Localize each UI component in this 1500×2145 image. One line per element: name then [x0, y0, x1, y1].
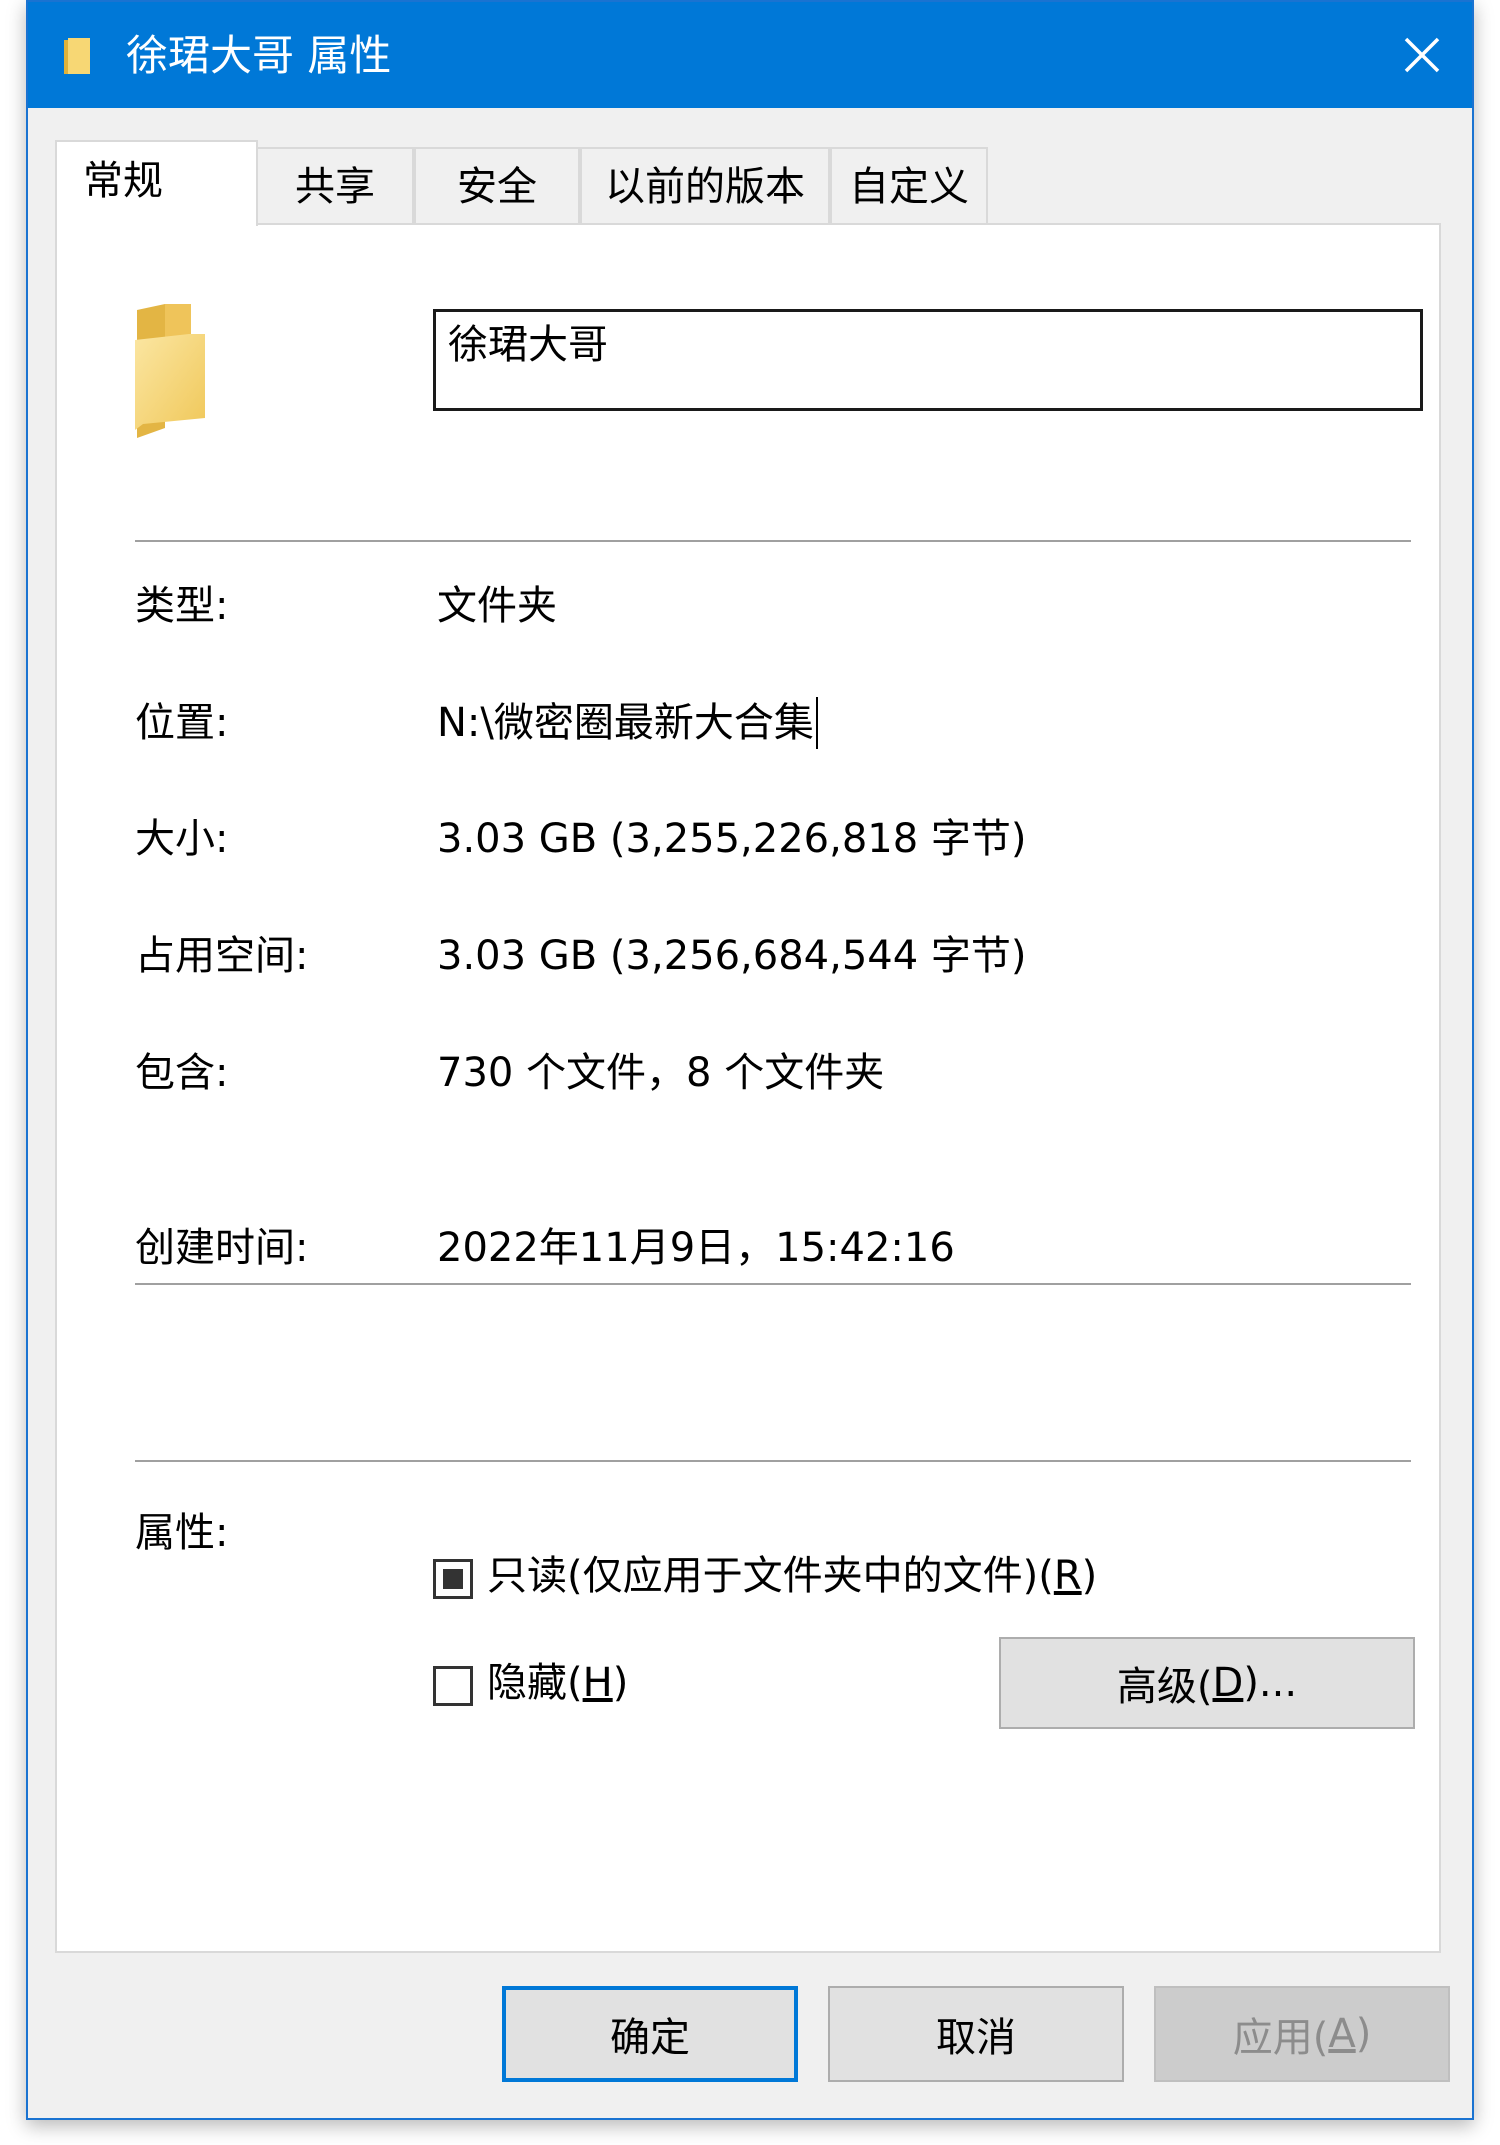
divider [135, 540, 1411, 542]
hidden-checkbox[interactable] [433, 1666, 473, 1706]
location-value[interactable]: N:\微密圈最新大合集 [437, 697, 818, 749]
tab-general[interactable]: 常规 [55, 140, 258, 226]
divider [135, 1460, 1411, 1462]
folder-name-input[interactable] [433, 309, 1423, 411]
close-icon [1404, 37, 1440, 73]
readonly-checkbox[interactable] [433, 1559, 473, 1599]
type-label: 类型: [135, 583, 229, 629]
disk-size-value: 3.03 GB (3,256,684,544 字节) [437, 933, 1027, 979]
folder-icon [64, 38, 90, 74]
close-button[interactable] [1372, 2, 1472, 108]
type-value: 文件夹 [437, 583, 557, 629]
size-value: 3.03 GB (3,255,226,818 字节) [437, 816, 1027, 862]
tab-sharing[interactable]: 共享 [256, 147, 414, 223]
tab-previous-versions[interactable]: 以前的版本 [580, 147, 830, 223]
created-label: 创建时间: [135, 1225, 309, 1271]
advanced-button[interactable]: 高级(D)... [999, 1637, 1415, 1729]
indeterminate-mark [443, 1569, 463, 1589]
created-value: 2022年11月9日，15:42:16 [437, 1225, 955, 1271]
divider [135, 1283, 1411, 1285]
ok-button[interactable]: 确定 [502, 1986, 798, 2082]
hidden-label[interactable]: 隐藏(H) [487, 1657, 628, 1709]
window-title: 徐珺大哥 属性 [126, 31, 392, 80]
cancel-button[interactable]: 取消 [828, 1986, 1124, 2082]
readonly-label[interactable]: 只读(仅应用于文件夹中的文件)(R) [487, 1550, 1097, 1602]
location-label: 位置: [135, 700, 229, 746]
size-label: 大小: [135, 816, 229, 862]
general-tab-panel: 类型: 文件夹 位置: N:\微密圈最新大合集 大小: 3.03 GB (3,2… [55, 223, 1441, 1953]
properties-dialog: 徐珺大哥 属性 常规 共享 安全 以前的版本 自定义 类型: [26, 0, 1474, 2120]
tab-security[interactable]: 安全 [414, 147, 580, 223]
contains-value: 730 个文件，8 个文件夹 [437, 1050, 885, 1096]
title-bar[interactable]: 徐珺大哥 属性 [28, 2, 1472, 108]
attributes-label: 属性: [135, 1510, 229, 1556]
apply-button[interactable]: 应用(A) [1154, 1986, 1450, 2082]
text-caret [815, 697, 818, 749]
folder-icon [135, 304, 205, 438]
disk-size-label: 占用空间: [135, 933, 309, 979]
tab-customize[interactable]: 自定义 [830, 147, 988, 223]
contains-label: 包含: [135, 1050, 229, 1096]
